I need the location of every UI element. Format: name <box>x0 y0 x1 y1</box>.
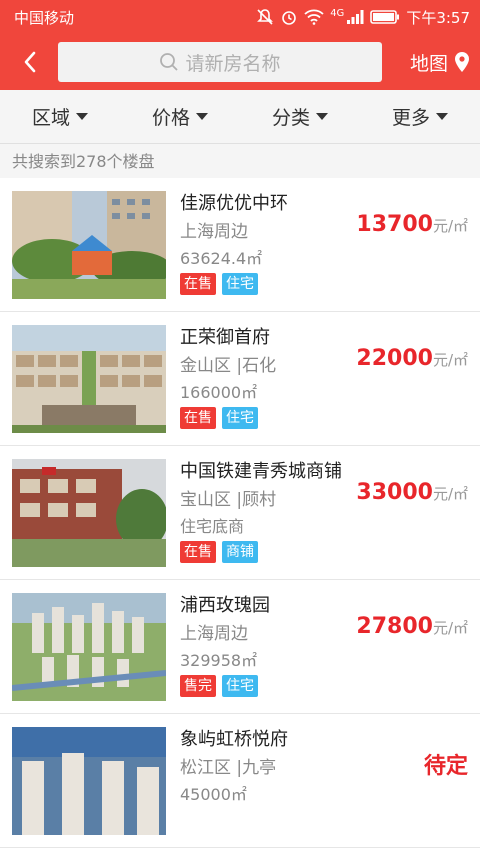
property-name: 象屿虹桥悦府 <box>180 729 288 750</box>
price-value: 13700 <box>356 212 433 237</box>
list-item[interactable]: 象屿虹桥悦府 松江区 |九亭 45000㎡ 待定 <box>0 714 480 848</box>
property-area: 金山区 |石化 <box>180 356 277 376</box>
property-size: 329958㎡ <box>180 651 258 670</box>
list-item[interactable]: 佳源优优中环 上海周边 63624.4㎡ 在售 住宅 13700 元/㎡ <box>0 178 480 312</box>
filter-label: 区域 <box>31 107 70 129</box>
property-image <box>12 459 166 567</box>
property-area: 宝山区 |顾村 <box>180 490 277 510</box>
caret-down-icon <box>196 113 208 120</box>
price: 22000 元/㎡ <box>356 346 468 371</box>
map-label: 地图 <box>409 52 448 75</box>
result-count: 共搜索到278个楼盘 <box>0 144 480 176</box>
type-tag: 商铺 <box>222 541 258 563</box>
property-name: 正荣御首府 <box>180 327 270 348</box>
top-bar: 请新房名称 地图 <box>0 34 480 90</box>
filter-label: 更多 <box>391 107 430 129</box>
type-tag: 住宅 <box>222 407 258 429</box>
price-value: 33000 <box>356 480 433 505</box>
battery-icon <box>370 10 400 24</box>
property-image <box>12 593 166 701</box>
caret-down-icon <box>76 113 88 120</box>
filter-label: 分类 <box>271 107 310 129</box>
type-tag: 住宅 <box>222 675 258 697</box>
status-tag: 在售 <box>180 273 216 295</box>
filter-region[interactable]: 区域 <box>0 90 120 143</box>
filter-category[interactable]: 分类 <box>240 90 360 143</box>
price-unit: 元/㎡ <box>432 619 468 637</box>
price-unit: 元/㎡ <box>432 485 468 503</box>
network-label: 4G <box>330 7 345 19</box>
caret-down-icon <box>316 113 328 120</box>
carrier-label: 中国移动 <box>14 8 75 27</box>
property-image <box>12 727 166 835</box>
property-name: 浦西玫瑰园 <box>180 595 270 616</box>
list-item[interactable]: 浦西玫瑰园 上海周边 329958㎡ 售完 住宅 27800 元/㎡ <box>0 580 480 714</box>
property-area: 上海周边 <box>180 222 248 242</box>
price-value: 待定 <box>423 754 468 779</box>
property-size: 住宅底商 <box>180 517 245 536</box>
property-size: 45000㎡ <box>180 785 247 804</box>
property-area: 上海周边 <box>180 624 248 644</box>
price: 27800 元/㎡ <box>356 614 468 639</box>
property-image <box>12 325 166 433</box>
price-value: 22000 <box>356 346 433 371</box>
type-tag: 住宅 <box>222 273 258 295</box>
filter-more[interactable]: 更多 <box>360 90 480 143</box>
location-pin-icon <box>455 52 469 72</box>
listing-list: 佳源优优中环 上海周边 63624.4㎡ 在售 住宅 13700 元/㎡ 正荣御… <box>0 178 480 848</box>
status-tag: 在售 <box>180 541 216 563</box>
status-tag: 在售 <box>180 407 216 429</box>
filter-bar: 区域 价格 分类 更多 <box>0 90 480 144</box>
price: 33000 元/㎡ <box>356 480 468 505</box>
search-input[interactable]: 请新房名称 <box>58 42 382 82</box>
property-area: 松江区 |九亭 <box>180 758 277 778</box>
signal-icon <box>347 10 364 24</box>
price-value: 27800 <box>356 614 433 639</box>
mute-icon <box>257 9 274 25</box>
filter-label: 价格 <box>151 107 190 129</box>
status-bar: 中国移动 4G 下午3:57 <box>0 0 480 34</box>
status-icons: 4G 下午3:57 <box>256 7 470 28</box>
search-placeholder: 请新房名称 <box>185 52 281 75</box>
price: 13700 元/㎡ <box>356 212 468 237</box>
clock-label: 下午3:57 <box>406 8 470 27</box>
search-icon <box>160 53 179 71</box>
status-tag: 售完 <box>180 675 216 697</box>
property-size: 63624.4㎡ <box>180 249 263 268</box>
alarm-icon <box>282 11 296 25</box>
map-button[interactable]: 地图 <box>410 49 470 76</box>
caret-down-icon <box>436 113 448 120</box>
property-name: 佳源优优中环 <box>180 193 288 214</box>
price-unit: 元/㎡ <box>432 217 468 235</box>
wifi-icon <box>304 9 324 25</box>
filter-price[interactable]: 价格 <box>120 90 240 143</box>
price: 待定 <box>424 748 468 780</box>
list-item[interactable]: 中国铁建青秀城商铺 宝山区 |顾村 住宅底商 在售 商铺 33000 元/㎡ <box>0 446 480 580</box>
price-unit: 元/㎡ <box>432 351 468 369</box>
property-size: 166000㎡ <box>180 383 258 402</box>
chevron-left-icon <box>24 51 36 73</box>
back-button[interactable] <box>14 42 46 82</box>
property-image <box>12 191 166 299</box>
property-name: 中国铁建青秀城商铺 <box>180 461 342 482</box>
list-item[interactable]: 正荣御首府 金山区 |石化 166000㎡ 在售 住宅 22000 元/㎡ <box>0 312 480 446</box>
